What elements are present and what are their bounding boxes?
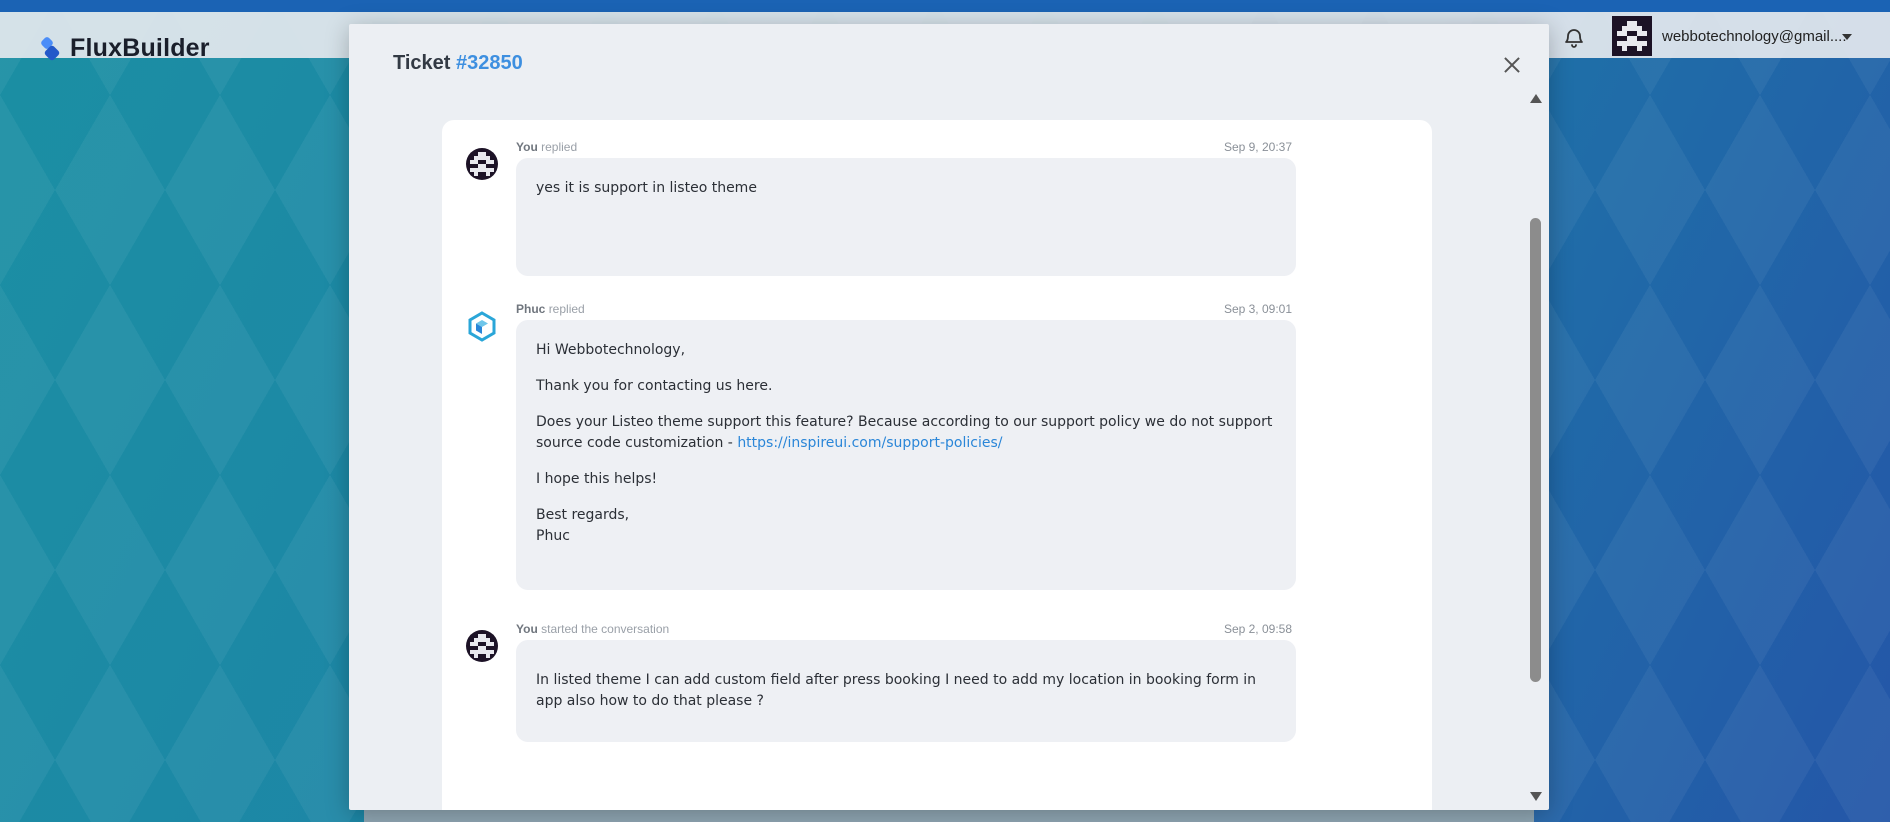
- message-action: replied: [548, 302, 585, 316]
- message-policy: Does your Listeo theme support this feat…: [536, 412, 1276, 454]
- message-bubble: In listed theme I can add custom field a…: [516, 640, 1296, 742]
- user-avatar-small: [466, 630, 498, 662]
- message-author: You: [516, 140, 538, 154]
- message-item: Phuc replied Sep 3, 09:01 Hi Webbotechno…: [466, 302, 1296, 602]
- conversation-scroll-area[interactable]: You replied Sep 9, 20:37 yes it is suppo…: [349, 96, 1535, 810]
- ticket-title-prefix: Ticket: [393, 52, 451, 74]
- scroll-down-icon[interactable]: [1530, 792, 1542, 801]
- message-author: Phuc: [516, 302, 546, 316]
- top-accent-strip: [0, 0, 1890, 12]
- message-action: replied: [541, 140, 578, 154]
- message-item: You started the conversation Sep 2, 09:5…: [466, 622, 1296, 742]
- message-meta: You started the conversation Sep 2, 09:5…: [516, 622, 1296, 638]
- message-meta: Phuc replied Sep 3, 09:01: [516, 302, 1296, 318]
- message-helps: I hope this helps!: [536, 471, 658, 487]
- flux-logo-icon: [39, 35, 62, 62]
- support-avatar-icon: [466, 310, 498, 342]
- message-signoff: Best regards, Phuc: [536, 505, 1276, 547]
- message-thanks: Thank you for contacting us here.: [536, 378, 773, 394]
- bell-icon[interactable]: [1562, 26, 1586, 50]
- message-time: Sep 3, 09:01: [1223, 302, 1292, 316]
- scroll-up-icon[interactable]: [1530, 94, 1542, 103]
- modal-title: Ticket #32850: [393, 52, 523, 75]
- brand-name: FluxBuilder: [70, 34, 210, 62]
- close-icon[interactable]: [1501, 54, 1523, 76]
- message-item: You replied Sep 9, 20:37 yes it is suppo…: [466, 140, 1296, 280]
- scrollbar-thumb[interactable]: [1530, 218, 1541, 682]
- message-regards: Best regards,: [536, 507, 630, 523]
- message-author: You: [516, 622, 538, 636]
- user-avatar[interactable]: [1612, 16, 1652, 56]
- message-action: started the conversation: [541, 622, 670, 636]
- message-bubble: yes it is support in listeo theme: [516, 158, 1296, 276]
- message-text: In listed theme I can add custom field a…: [536, 672, 1257, 709]
- message-text: yes it is support in listeo theme: [536, 180, 757, 196]
- chevron-down-icon[interactable]: [1842, 34, 1852, 40]
- message-time: Sep 2, 09:58: [1223, 622, 1292, 636]
- ticket-id: #32850: [456, 52, 523, 74]
- message-signature: Phuc: [536, 528, 570, 544]
- message-time: Sep 9, 20:37: [1223, 140, 1292, 154]
- message-meta: You replied Sep 9, 20:37: [516, 140, 1296, 156]
- support-policy-link[interactable]: https://inspireui.com/support-policies/: [737, 435, 1002, 451]
- brand-logo[interactable]: FluxBuilder: [39, 34, 210, 63]
- user-email[interactable]: webbotechnology@gmail....: [1662, 28, 1847, 45]
- message-greeting: Hi Webbotechnology,: [536, 342, 686, 358]
- message-bubble: Hi Webbotechnology, Thank you for contac…: [516, 320, 1296, 590]
- vertical-scrollbar[interactable]: [1527, 88, 1543, 810]
- user-avatar-small: [466, 148, 498, 180]
- ticket-modal: Ticket #32850 You replied Sep 9, 20:37 y…: [349, 24, 1549, 810]
- conversation-card: You replied Sep 9, 20:37 yes it is suppo…: [442, 120, 1432, 810]
